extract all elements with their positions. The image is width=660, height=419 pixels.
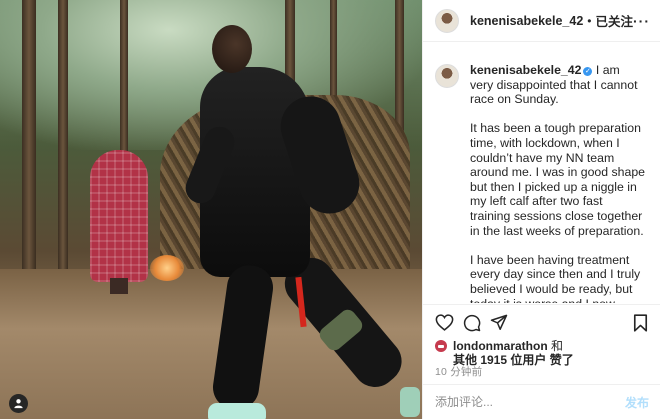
bookmark-icon[interactable]	[633, 314, 648, 332]
runner-front-leg	[210, 262, 276, 413]
person-in-blanket	[90, 150, 148, 282]
liker-username[interactable]: londonmarathon	[453, 339, 548, 353]
tree-trunk	[22, 0, 36, 290]
post-comment-button[interactable]: 发布	[625, 394, 649, 411]
likes-summary: londonmarathon 和 其他 1915 位用户 赞了	[435, 339, 657, 367]
tree-trunk	[58, 0, 68, 270]
runner-shoe-back	[400, 387, 420, 417]
post-sidebar: kenenisabekele_42 • 已关注 ··· kenenisabeke…	[422, 0, 660, 419]
caption-paragraph: kenenisabekele_42 ✓ I am very disappointe…	[470, 63, 646, 107]
caption-paragraph: It has been a tough preparation time, wi…	[470, 121, 646, 238]
fire-glow	[150, 255, 184, 281]
tagged-users-button[interactable]	[9, 394, 28, 413]
post-header: kenenisabekele_42 • 已关注 ···	[423, 0, 660, 42]
user-icon	[14, 399, 23, 409]
likes-text: londonmarathon 和 其他 1915 位用户 赞了	[453, 339, 574, 367]
caption-text: kenenisabekele_42 ✓ I am very disappointe…	[470, 63, 646, 303]
comment-bar: 发布	[423, 384, 660, 419]
post-photo[interactable]	[0, 0, 422, 419]
runner-shoe	[208, 403, 266, 419]
caption-paragraph: I have been having treatment every day s…	[470, 252, 641, 303]
comment-input[interactable]	[435, 395, 605, 409]
following-button[interactable]: 已关注	[595, 11, 633, 30]
runner	[181, 25, 422, 419]
instagram-post: kenenisabekele_42 • 已关注 ··· kenenisabeke…	[0, 0, 660, 419]
verified-badge-icon: ✓	[583, 67, 593, 76]
avatar[interactable]	[435, 64, 459, 88]
caption: kenenisabekele_42 ✓ I am very disappointe…	[435, 63, 657, 303]
post-timestamp[interactable]: 10 分钟前	[435, 364, 482, 379]
more-horizontal-icon[interactable]: ···	[633, 13, 650, 29]
liker-avatar[interactable]	[435, 340, 447, 352]
runner-head	[212, 25, 252, 73]
avatar[interactable]	[435, 8, 459, 33]
likes-and: 和	[547, 339, 564, 353]
person-legs	[110, 278, 128, 294]
action-bar	[423, 304, 660, 338]
separator-dot: •	[587, 13, 592, 28]
caption-username[interactable]: kenenisabekele_42	[470, 63, 581, 77]
send-icon[interactable]	[490, 314, 508, 331]
heart-icon[interactable]	[435, 314, 454, 331]
header-username[interactable]: kenenisabekele_42	[470, 14, 583, 28]
comment-icon[interactable]	[463, 314, 481, 332]
